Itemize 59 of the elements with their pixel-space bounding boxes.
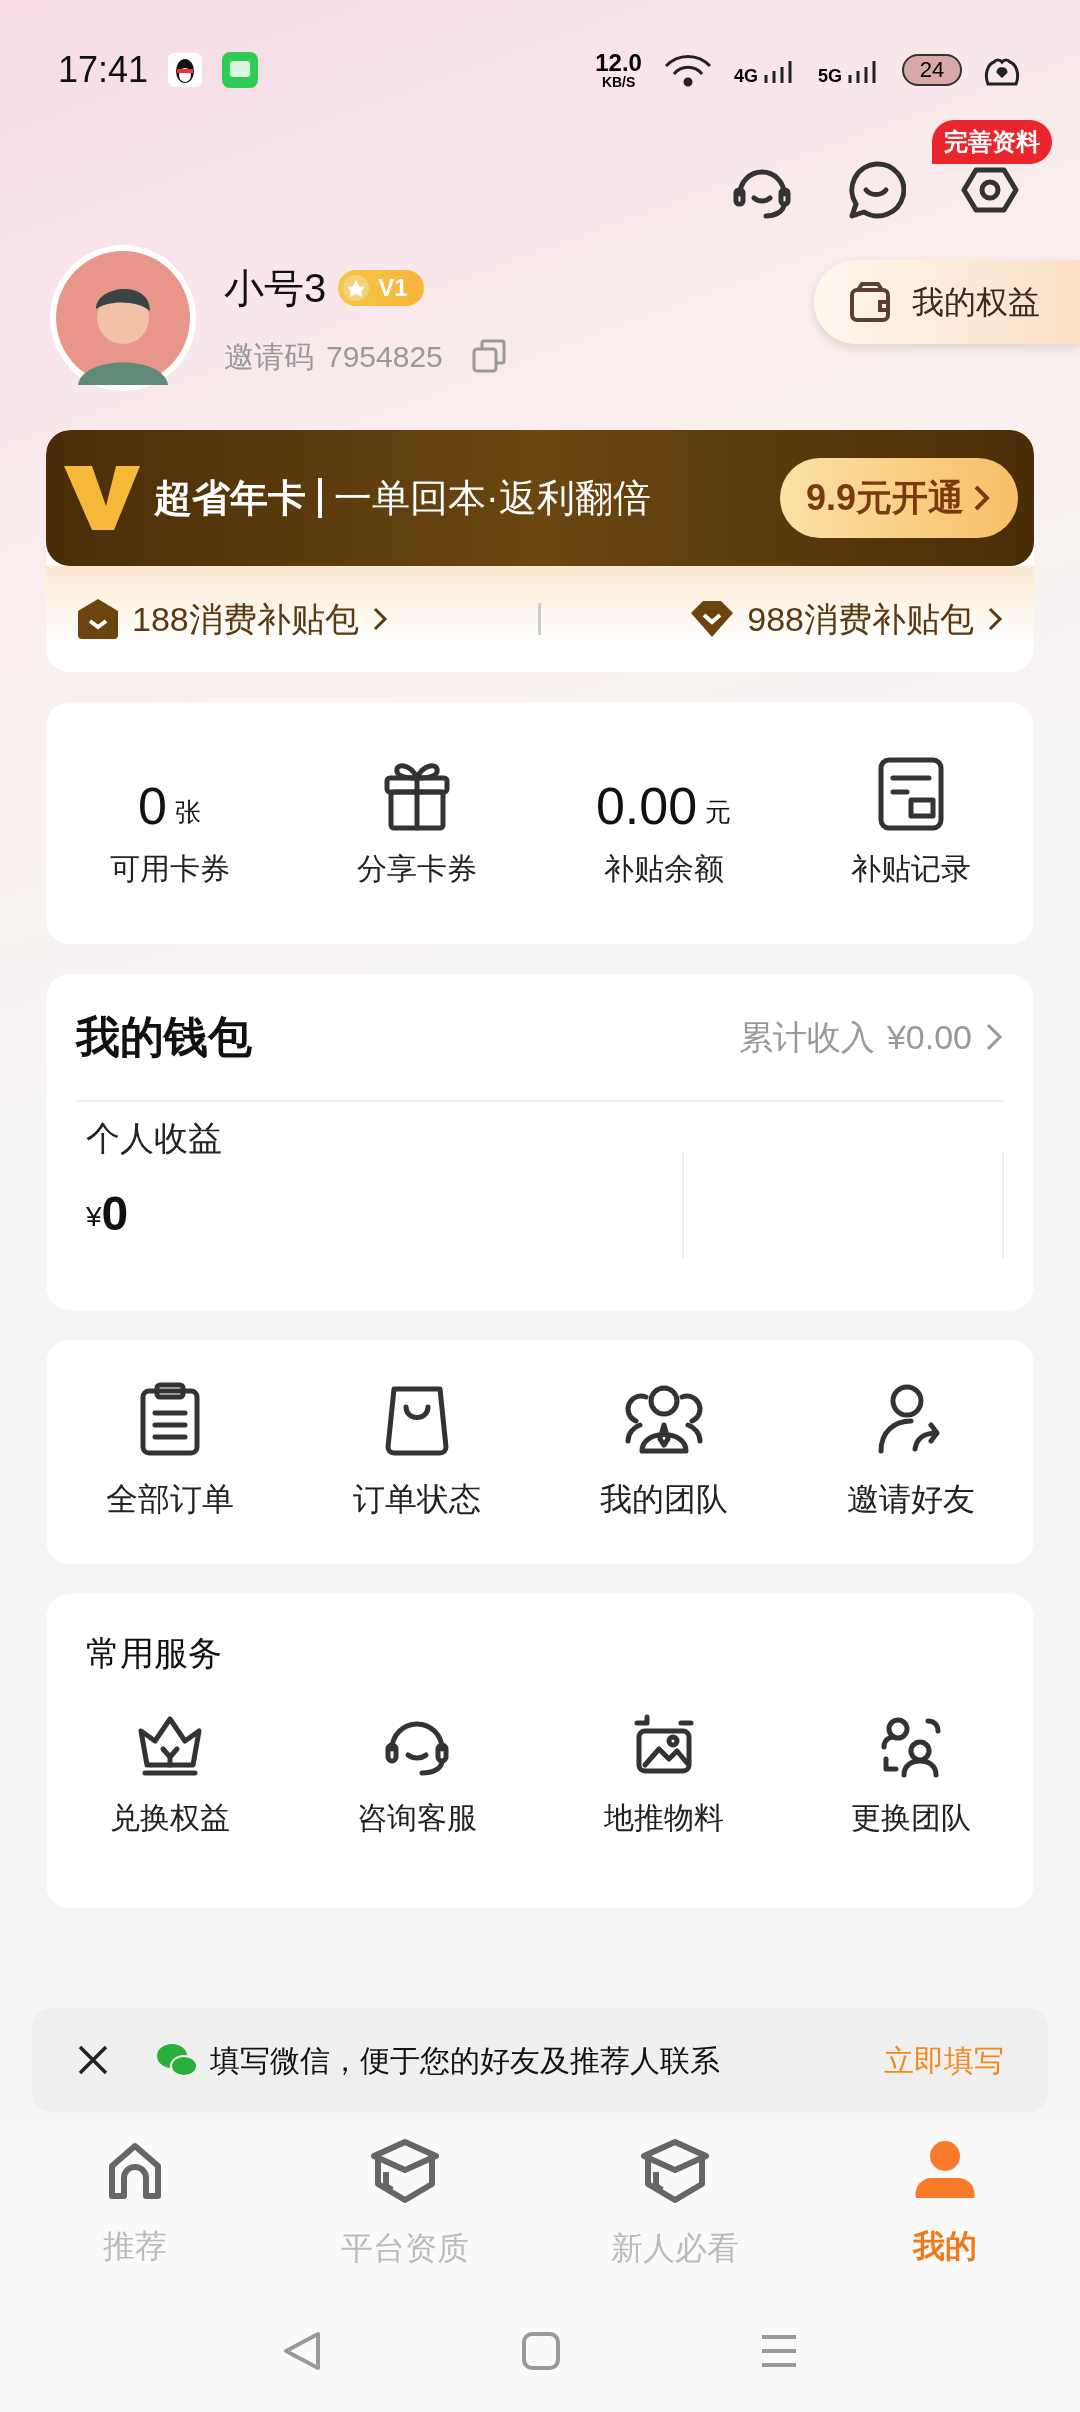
chevron-icon [986,605,1004,633]
wechat-icon [156,2042,198,2078]
stat-label[interactable]: 补贴余额 [603,845,724,891]
home-icon[interactable] [522,2332,560,2370]
stat-unit: 张 [174,795,201,829]
services-title: 常用服务 [86,1634,222,1672]
pack-icon [76,597,120,641]
vip-title: 超省年卡 [154,475,306,521]
service-shortcut[interactable]: 地推物料 [540,1713,787,1840]
diamond-icon [689,599,736,639]
notice-text: 填写微信，便于您的好友及推荐人联系 [210,2042,720,2079]
income-amount: 0 [101,1189,129,1238]
subsidy-pack-link[interactable]: 988消费补贴包 [689,593,1004,645]
signal-label: 4G [733,67,758,85]
personal-income-label: 个人收益 [86,1117,223,1159]
chevron-icon [984,1021,1004,1053]
stat-label[interactable]: 补贴记录 [850,845,971,891]
stat-unit: 元 [705,795,732,829]
box-icon [640,2138,710,2204]
close-button[interactable] [76,2043,110,2077]
service-shortcut[interactable]: 更换团队 [787,1713,1034,1840]
profile-badge: 完善资料 [932,120,1052,164]
menu-icon[interactable] [760,2334,798,2368]
currency-symbol: ¥ [86,1200,102,1234]
stat-label[interactable]: 分享卡券 [356,845,477,891]
wallet-title: 我的钱包 [76,1011,252,1063]
back-icon[interactable] [282,2330,322,2372]
open-vip-button[interactable]: 9.9元开通 [779,458,1018,538]
user-name: 小号3 [224,264,327,312]
service-shortcut[interactable]: 兑换权益 [46,1713,293,1840]
order-shortcut[interactable]: 订单状态 [293,1381,540,1523]
stat-value: 0.00 [595,779,698,832]
service-shortcut[interactable]: 咨询客服 [293,1713,540,1840]
wallet-icon [848,280,892,324]
invite-code: 7954825 [326,338,443,375]
message-button[interactable] [846,160,906,220]
invite-label: 邀请码 [224,338,314,375]
penguin-app-icon [168,53,203,87]
vip-slogan: 一单回本·返利翻倍 [334,475,651,521]
signal-label: 5G [818,67,842,85]
speed-unit: KB/S [601,75,636,89]
network-speed: 12.0 [595,51,642,75]
message-app-icon [222,52,259,88]
level-badge: V1 [338,269,424,306]
subsidy-pack-link[interactable]: 188消费补贴包 [76,593,389,645]
vip-banner[interactable]: 超省年卡 一单回本·返利翻倍 9.9元开通 [46,430,1034,566]
stat-label[interactable]: 可用卡券 [109,845,230,891]
chat-icon [846,160,906,220]
order-shortcut[interactable]: 全部订单 [46,1381,293,1523]
my-rights-button[interactable]: 我的权益 [814,260,1080,344]
close-icon [76,2043,110,2077]
order-shortcut[interactable]: 邀请好友 [787,1381,1034,1523]
stat-value: 0 [138,779,167,832]
copy-icon [470,338,507,374]
order-shortcut[interactable]: 我的团队 [540,1381,787,1523]
battery-indicator: 24 [902,54,962,86]
box-icon [370,2138,440,2204]
chevron-icon [972,483,992,513]
status-time: 17:41 [58,48,149,92]
